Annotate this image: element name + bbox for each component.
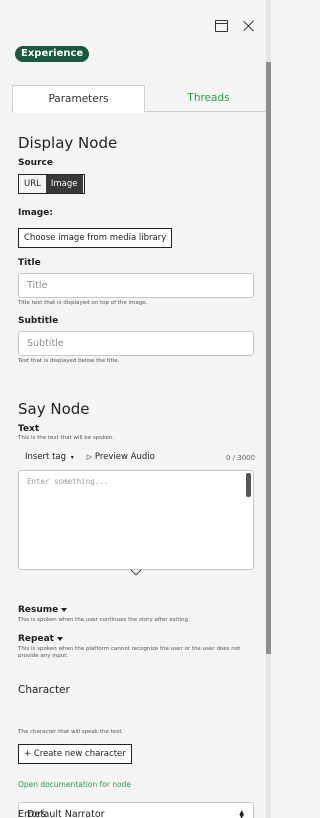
preview-audio-button[interactable]: ▷ Preview Audio — [87, 452, 155, 462]
play-icon: ▷ — [86, 453, 93, 461]
resume-toggle[interactable]: Resume — [18, 605, 68, 615]
text-helper: This is the text that will be spoken. — [18, 435, 115, 441]
character-select[interactable]: Default Narrator ▲ ▼ — [18, 802, 254, 818]
repeat-toggle[interactable]: Repeat — [18, 634, 63, 644]
source-label: Source — [18, 158, 53, 168]
tab-bar: Parameters Threads — [11, 85, 266, 113]
select-arrows-icon: ▲ ▼ — [239, 809, 244, 818]
title-helper: Title text that is displayed on top of t… — [18, 300, 148, 306]
say-text-area[interactable]: Enter something... — [18, 470, 254, 570]
resume-helper: This is spoken when the user continues t… — [18, 617, 190, 623]
caret-down-icon: ▾ — [70, 454, 74, 461]
properties-panel: Experience Parameters Threads Display No… — [0, 0, 266, 818]
text-label: Text — [18, 424, 40, 434]
window-controls — [215, 20, 255, 32]
insert-tag-label: Insert tag — [25, 452, 67, 462]
title-label: Title — [18, 258, 41, 268]
errors-heading: Errors — [18, 809, 47, 818]
character-heading: Character — [18, 684, 70, 696]
tab-threads[interactable]: Threads — [151, 85, 266, 112]
text-toolbar: Insert tag ▾ ▷ Preview Audio — [25, 452, 155, 462]
plus-icon: + — [24, 749, 32, 759]
say-node-heading: Say Node — [18, 400, 90, 418]
repeat-label: Repeat — [18, 634, 54, 644]
textarea-placeholder: Enter something... — [27, 477, 109, 486]
resume-label: Resume — [18, 605, 59, 615]
source-url-option[interactable]: URL — [19, 175, 46, 193]
image-label: Image: — [18, 208, 53, 218]
caret-down-icon — [56, 636, 63, 641]
choose-image-button[interactable]: Choose image from media library — [18, 228, 173, 248]
source-image-option[interactable]: Image — [45, 175, 83, 193]
textarea-scrollbar[interactable] — [246, 473, 251, 497]
tab-parameters[interactable]: Parameters — [12, 85, 145, 113]
display-node-heading: Display Node — [18, 134, 118, 152]
panel-scrollbar[interactable] — [266, 0, 271, 818]
caret-down-icon — [61, 607, 68, 612]
close-icon[interactable] — [242, 20, 255, 32]
experience-badge: Experience — [15, 46, 90, 62]
title-input[interactable]: Title — [18, 273, 254, 298]
subtitle-helper: Text that is displayed below the title. — [18, 358, 120, 364]
insert-tag-button[interactable]: Insert tag ▾ — [25, 452, 74, 462]
subtitle-label: Subtitle — [18, 316, 59, 326]
scrollbar-thumb[interactable] — [266, 62, 271, 654]
repeat-helper: This is spoken when the platform cannot … — [18, 646, 241, 659]
panel-content: Display Node Source URL Image Image: Cho… — [18, 122, 258, 818]
documentation-link[interactable]: Open documentation for node — [18, 780, 131, 789]
create-character-label: Create new character — [33, 749, 126, 759]
create-character-button[interactable]: + Create new character — [18, 744, 132, 764]
subtitle-input[interactable]: Subtitle — [18, 331, 254, 356]
source-toggle: URL Image — [18, 174, 85, 194]
restore-window-icon[interactable] — [215, 20, 228, 32]
char-count: 0 / 3000 — [226, 454, 256, 462]
preview-audio-label: Preview Audio — [94, 452, 155, 462]
character-helper: The character that will speak the text. — [18, 729, 124, 735]
